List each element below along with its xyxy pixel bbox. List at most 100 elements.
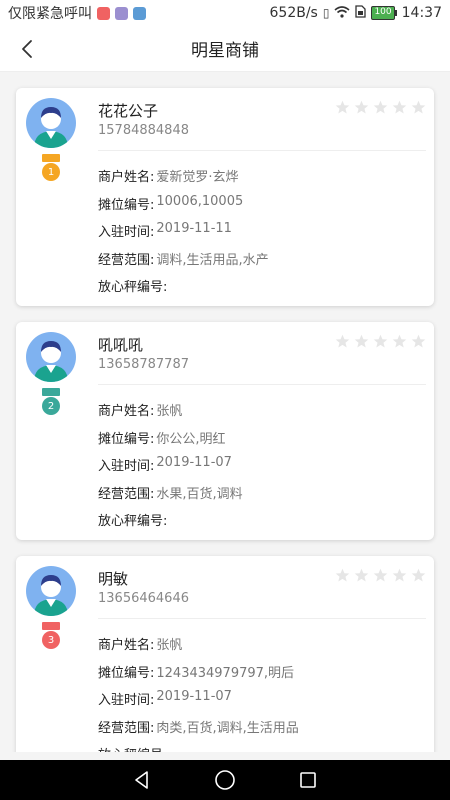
- info-label: 摊位编号:: [98, 665, 155, 681]
- avatar: [26, 566, 76, 616]
- info-label: 放心秤编号:: [98, 514, 168, 529]
- merchant-list[interactable]: 1 花花公子 15784884848 商户姓名: 爱新觉罗·玄烨 摊位编号: 100…: [0, 72, 450, 752]
- star-icon: [335, 334, 350, 348]
- star-icon: [411, 334, 426, 348]
- wifi-icon: [334, 5, 350, 21]
- system-nav-bar: [0, 760, 450, 800]
- notification-icon: [97, 6, 110, 20]
- info-label: 商户姓名:: [98, 170, 155, 185]
- info-label: 经营范围:: [98, 720, 155, 736]
- rating-stars: [335, 100, 426, 115]
- person-icon: [34, 341, 68, 382]
- info-value: 调料,生活用品,水产: [156, 252, 269, 268]
- merchant-card[interactable]: 2 吼吼吼 13658787787 商户姓名: 张帆 摊位编号: 你公公,明红 入驻…: [16, 322, 434, 540]
- merchant-title: 明敏: [98, 570, 129, 588]
- page-title: 明星商铺: [191, 41, 259, 61]
- divider: [98, 618, 426, 619]
- info-row-stall-no: 摊位编号: 10006,10005: [98, 194, 426, 222]
- rank-number: 1: [42, 163, 60, 181]
- notification-icon: [115, 6, 128, 20]
- star-icon: [373, 100, 388, 114]
- star-icon: [392, 100, 407, 114]
- star-icon: [354, 100, 369, 114]
- info-value: 你公公,明红: [156, 431, 226, 447]
- rating-stars: [335, 334, 426, 349]
- info-value: 张帆: [156, 404, 183, 419]
- info-row-merchant-name: 商户姓名: 爱新觉罗·玄烨: [98, 166, 426, 194]
- info-row-scope: 经营范围: 肉类,百货,调料,生活用品: [98, 717, 426, 745]
- rank-number: 3: [42, 631, 60, 649]
- info-row-scope: 经营范围: 水果,百货,调料: [98, 483, 426, 511]
- info-label: 入驻时间:: [98, 459, 155, 474]
- info-row-merchant-name: 商户姓名: 张帆: [98, 400, 426, 428]
- info-row-scale-no: 放心秤编号:: [98, 510, 426, 538]
- star-icon: [335, 568, 350, 582]
- star-icon: [392, 568, 407, 582]
- info-label: 摊位编号:: [98, 431, 155, 447]
- star-icon: [411, 568, 426, 582]
- info-label: 商户姓名:: [98, 638, 155, 653]
- info-value: 肉类,百货,调料,生活用品: [156, 720, 299, 736]
- info-label: 商户姓名:: [98, 404, 155, 419]
- info-value: 10006,10005: [156, 193, 244, 209]
- sim-icon: [355, 5, 367, 21]
- divider: [98, 150, 426, 151]
- chevron-left-icon: [22, 40, 32, 58]
- star-icon: [335, 100, 350, 114]
- star-icon: [354, 568, 369, 582]
- status-time: 14:37: [401, 5, 442, 21]
- star-icon: [373, 334, 388, 348]
- info-row-join-date: 入驻时间: 2019-11-07: [98, 689, 426, 717]
- avatar: [26, 332, 76, 382]
- person-icon: [34, 107, 68, 148]
- merchant-phone: 13658787787: [98, 357, 189, 372]
- card-left: 2: [26, 332, 76, 416]
- medal-ribbon: [42, 154, 60, 162]
- status-right: 652B/s ▯ 100 14:37: [270, 5, 443, 21]
- merchant-phone: 15784884848: [98, 123, 189, 138]
- merchant-phone: 13656464646: [98, 591, 189, 606]
- square-recents-icon: [300, 772, 317, 788]
- info-label: 入驻时间:: [98, 225, 155, 240]
- rank-number: 2: [42, 397, 60, 415]
- star-icon: [373, 568, 388, 582]
- carrier-text: 仅限紧急呼叫: [8, 6, 92, 22]
- star-icon: [354, 334, 369, 348]
- divider: [98, 384, 426, 385]
- merchant-card[interactable]: 3 明敏 13656464646 商户姓名: 张帆 摊位编号: 1243434979…: [16, 556, 434, 752]
- back-button[interactable]: [12, 34, 42, 64]
- network-speed: 652B/s: [269, 5, 318, 21]
- merchant-info: 商户姓名: 张帆 摊位编号: 1243434979797,明后 入驻时间: 2019-…: [98, 634, 426, 752]
- battery-icon: 100: [371, 6, 397, 20]
- merchant-title: 花花公子: [98, 102, 159, 120]
- circle-home-icon: [215, 770, 235, 790]
- info-row-stall-no: 摊位编号: 你公公,明红: [98, 428, 426, 456]
- info-label: 放心秤编号:: [98, 280, 168, 295]
- info-row-stall-no: 摊位编号: 1243434979797,明后: [98, 662, 426, 690]
- info-value: 2019-11-07: [156, 455, 232, 470]
- info-label: 放心秤编号:: [98, 744, 167, 752]
- info-row-scale-no: 放心秤编号:: [98, 276, 426, 304]
- merchant-card[interactable]: 1 花花公子 15784884848 商户姓名: 爱新觉罗·玄烨 摊位编号: 100…: [16, 88, 434, 306]
- card-left: 3: [26, 566, 76, 650]
- card-left: 1: [26, 98, 76, 182]
- merchant-info: 商户姓名: 张帆 摊位编号: 你公公,明红 入驻时间: 2019-11-07 经营范围…: [98, 400, 426, 538]
- info-label: 入驻时间:: [98, 693, 155, 708]
- star-icon: [392, 334, 407, 348]
- notification-icon: [133, 6, 146, 20]
- merchant-info: 商户姓名: 爱新觉罗·玄烨 摊位编号: 10006,10005 入驻时间: 2019-…: [98, 166, 426, 304]
- triangle-back-icon: [134, 771, 148, 789]
- info-label: 经营范围:: [98, 252, 155, 268]
- medal-ribbon: [42, 388, 60, 396]
- info-row-join-date: 入驻时间: 2019-11-07: [98, 455, 426, 483]
- nav-back-button[interactable]: [130, 768, 154, 792]
- nav-home-button[interactable]: [213, 768, 237, 792]
- info-label: 经营范围:: [98, 486, 155, 502]
- status-left: 仅限紧急呼叫: [8, 3, 146, 23]
- info-row-join-date: 入驻时间: 2019-11-11: [98, 221, 426, 249]
- nav-recents-button[interactable]: [296, 768, 320, 792]
- page-header: 明星商铺: [0, 26, 450, 72]
- avatar: [26, 98, 76, 148]
- info-value: 水果,百货,调料: [156, 486, 243, 502]
- rank-medal: 2: [40, 388, 62, 416]
